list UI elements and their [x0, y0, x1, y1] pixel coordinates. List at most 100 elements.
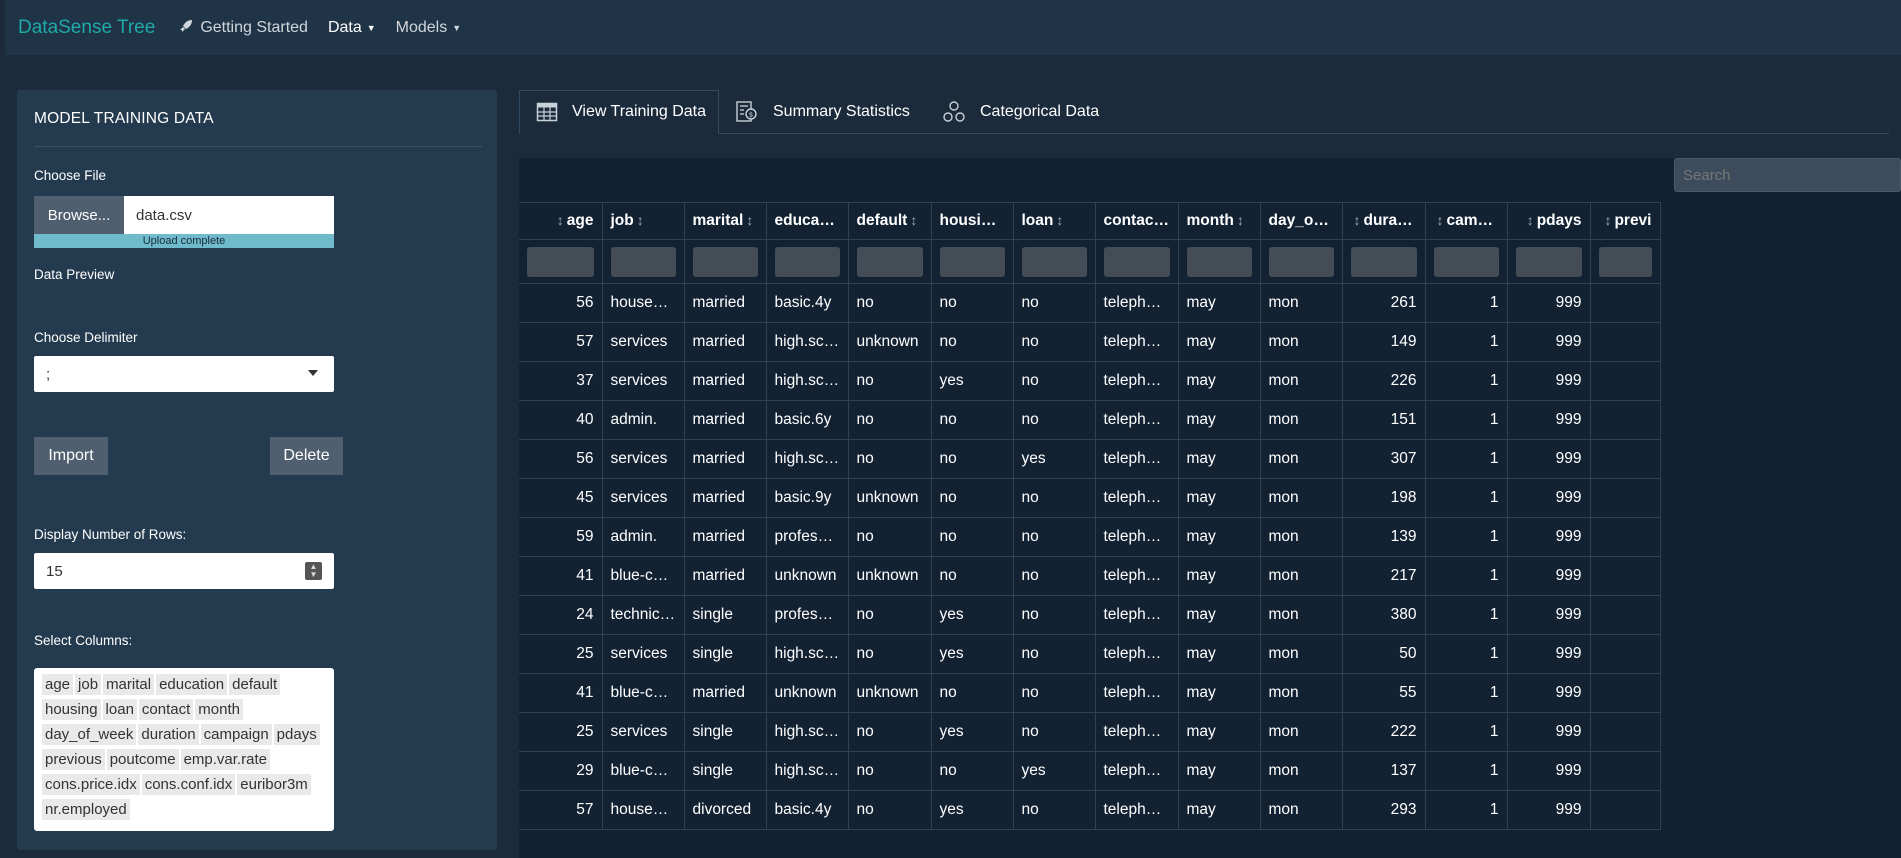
column-filter-input[interactable] [1515, 246, 1582, 277]
table-cell: 45 [519, 478, 603, 518]
column-chip[interactable]: cons.price.idx [42, 774, 140, 795]
column-chip[interactable]: job [75, 674, 102, 695]
table-cell: may [1178, 283, 1261, 323]
search-input[interactable] [1674, 158, 1901, 192]
table-cell: telephone [1095, 673, 1179, 713]
nav-models-label: Models [395, 18, 448, 36]
choose-file-label: Choose File [34, 168, 107, 183]
column-filter-input[interactable] [1186, 246, 1252, 277]
brand-logo[interactable]: DataSense Tree [18, 17, 155, 39]
column-chip[interactable]: month [195, 699, 243, 720]
nav-models-dropdown[interactable]: Models ▼ [396, 19, 462, 37]
column-chip[interactable]: cons.conf.idx [141, 774, 236, 795]
table-cell: high.school [766, 439, 849, 479]
column-header[interactable]: job ↕ [602, 202, 685, 240]
table-row[interactable]: 56 services married high.school no no yes telep… [519, 439, 1661, 479]
column-chip[interactable]: default [229, 674, 281, 695]
table-row[interactable]: 57 services married high.school unknown no no t… [519, 322, 1661, 362]
column-header[interactable]: contact ↕ [1095, 202, 1179, 240]
column-filter-input[interactable] [939, 246, 1005, 277]
column-chip[interactable]: age [42, 674, 74, 695]
column-chip[interactable]: previous [42, 749, 105, 770]
column-chip[interactable]: pdays [273, 724, 320, 745]
table-row[interactable]: 37 services married high.school no yes no telep… [519, 361, 1661, 401]
column-header[interactable]: loan ↕ [1013, 202, 1096, 240]
table-cell: 261 [1342, 283, 1426, 323]
column-header[interactable]: day_of_…↕ [1260, 202, 1343, 240]
column-chip[interactable]: euribor3m [237, 774, 311, 795]
table-row[interactable]: 24 technician single professio… no yes no telep… [519, 595, 1661, 635]
column-filter-input[interactable] [610, 246, 676, 277]
table-cell: 999 [1507, 634, 1591, 674]
column-filter-input[interactable] [1268, 246, 1334, 277]
delimiter-select[interactable]: ; [34, 356, 334, 392]
column-header[interactable]: educati…↕ [766, 202, 849, 240]
column-header[interactable]: ↕campaign [1425, 202, 1508, 240]
table-cell: mon [1260, 673, 1343, 713]
table-row[interactable]: 56 housemaid married basic.4y no no no telephon… [519, 283, 1661, 323]
column-filter-input[interactable] [1103, 246, 1170, 277]
column-header[interactable]: default ↕ [848, 202, 932, 240]
table-row[interactable]: 41 blue-collar married unknown unknown no no te… [519, 673, 1661, 713]
columns-multiselect[interactable]: age job marital education default housing loan… [34, 668, 334, 831]
column-filter-input[interactable] [1350, 246, 1417, 277]
column-header[interactable]: month ↕ [1178, 202, 1261, 240]
delete-button[interactable]: Delete [270, 437, 343, 475]
column-chip[interactable]: education [156, 674, 228, 695]
column-header[interactable]: ↕ age [519, 202, 603, 240]
column-filter-cell [1507, 239, 1591, 284]
column-chip[interactable]: housing [42, 699, 101, 720]
nav-data-dropdown[interactable]: Data ▼ [328, 19, 376, 37]
tab-view-training-data[interactable]: View Training Data [519, 90, 719, 134]
tab-categorical-data[interactable]: Categorical Data [942, 90, 1099, 134]
table-cell: high.school [766, 361, 849, 401]
column-filter-input[interactable] [856, 246, 923, 277]
table-cell: 222 [1342, 712, 1426, 752]
table-row[interactable]: 25 services single high.school no yes no teleph… [519, 712, 1661, 752]
column-chip[interactable]: poutcome [106, 749, 179, 770]
spinner-icon[interactable]: ▲ ▼ [305, 562, 322, 580]
column-chip[interactable]: day_of_week [42, 724, 137, 745]
column-filter-input[interactable] [774, 246, 840, 277]
column-header[interactable]: marital ↕ [684, 202, 767, 240]
column-chip[interactable]: nr.employed [42, 799, 130, 820]
rows-number-input[interactable]: 15 ▲ ▼ [34, 553, 334, 589]
column-chip[interactable]: duration [138, 724, 199, 745]
column-filter-cell [1178, 239, 1261, 284]
column-chip[interactable]: emp.var.rate [180, 749, 270, 770]
column-chip[interactable]: loan [102, 699, 137, 720]
file-name-field[interactable]: data.csv [124, 196, 334, 234]
table-cell: no [931, 439, 1014, 479]
table-cell: 999 [1507, 283, 1591, 323]
column-filter-input[interactable] [1021, 246, 1087, 277]
nav-getting-started[interactable]: Getting Started [179, 19, 308, 37]
table-row[interactable]: 41 blue-collar married unknown unknown no no te… [519, 556, 1661, 596]
table-cell: single [684, 634, 767, 674]
column-chip[interactable]: marital [103, 674, 155, 695]
table-cell: services [602, 439, 685, 479]
column-header[interactable]: ↕ pdays [1507, 202, 1591, 240]
column-chip[interactable]: campaign [200, 724, 272, 745]
column-filter-input[interactable] [1433, 246, 1499, 277]
column-filter-input[interactable] [692, 246, 758, 277]
column-filter-input[interactable] [527, 246, 594, 277]
table-cell: 139 [1342, 517, 1426, 557]
column-chip[interactable]: contact [138, 699, 194, 720]
column-header[interactable]: ↕ duration [1342, 202, 1426, 240]
table-row[interactable]: 45 services married basic.9y unknown no no tele… [519, 478, 1661, 518]
browse-button[interactable]: Browse... [34, 196, 124, 234]
tab-summary-statistics[interactable]: $ Summary Statistics [735, 90, 910, 134]
table-row[interactable]: 29 blue-collar single high.school no no yes tel… [519, 751, 1661, 791]
table-row[interactable]: 59 admin. married professio… no no no telephone… [519, 517, 1661, 557]
table-row[interactable]: 25 services single high.school no yes no teleph… [519, 634, 1661, 674]
table-cell: telephone [1095, 517, 1179, 557]
column-header-label: default [856, 212, 908, 229]
rows-value: 15 [46, 562, 63, 580]
table-cell: high.school [766, 751, 849, 791]
column-header[interactable]: ↕ previ [1590, 202, 1661, 240]
table-row[interactable]: 57 housemaid divorced basic.4y no yes no teleph… [519, 790, 1661, 830]
table-row[interactable]: 40 admin. married basic.6y no no no telephone ma… [519, 400, 1661, 440]
column-header[interactable]: housing ↕ [931, 202, 1014, 240]
import-button[interactable]: Import [34, 437, 108, 475]
column-filter-input[interactable] [1598, 246, 1652, 277]
